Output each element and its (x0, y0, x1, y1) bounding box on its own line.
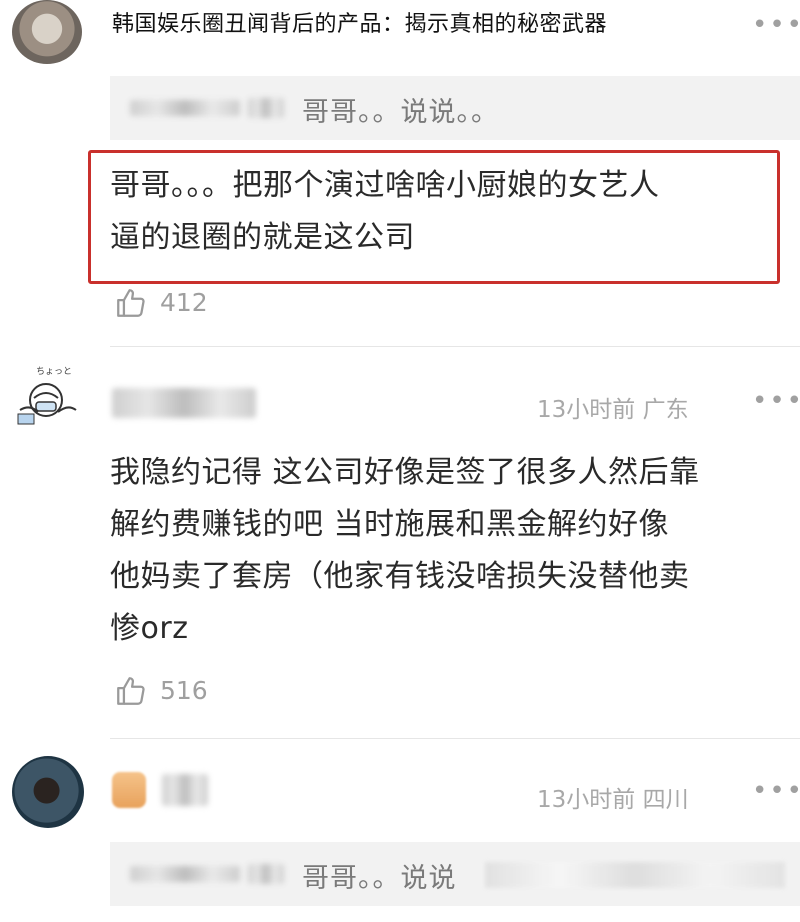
comment-3-more-button[interactable]: ••• (752, 776, 800, 806)
comment-1-quote-box: 哥哥。。说说。。 (110, 76, 800, 140)
username-3-badge (112, 772, 146, 808)
svg-text:ちょっと: ちょっと (36, 366, 72, 377)
comment-1-body-line-1: 哥哥。。。把那个演过啥啥小厨娘的女艺人 (110, 168, 660, 203)
comment-2-body-line-2: 解约费赚钱的吧 当时施展和黑金解约好像 (110, 507, 670, 542)
comment-2-more-button[interactable]: ••• (752, 386, 800, 416)
username-3-blur (162, 774, 208, 806)
thumbs-up-icon (114, 674, 148, 712)
comment-2-like-count: 516 (160, 676, 208, 705)
comment-1-quote-text: 哥哥。。说说。。 (302, 97, 499, 128)
avatar-user-1[interactable] (12, 0, 82, 64)
watermark-blur (485, 862, 785, 888)
divider-2 (110, 738, 800, 739)
comment-1-body-line-2: 逼的退圈的就是这公司 (110, 220, 415, 255)
comment-2-like-button[interactable]: 516 (114, 672, 224, 712)
comment-1-like-button[interactable]: 412 (114, 284, 224, 324)
quote-username-blur (130, 100, 240, 116)
avatar-user-3[interactable] (12, 756, 84, 828)
avatar-user-2[interactable]: ちょっと (12, 362, 86, 436)
comment-1-like-count: 412 (160, 288, 208, 317)
comment-2-meta: 13小时前 广东 (537, 397, 689, 423)
divider-1 (110, 346, 800, 347)
comment-1-more-button[interactable]: ••• (752, 10, 800, 40)
username-2-blur (112, 388, 256, 418)
comment-3-quote-box: 哥哥。。说说 (110, 842, 800, 906)
quote-username-blur-2 (248, 864, 284, 884)
overlay-title: 韩国娱乐圈丑闻背后的产品：揭示真相的秘密武器 (112, 12, 608, 37)
comment-2-body-line-4: 惨orz (110, 611, 189, 646)
quote-username-blur (130, 866, 240, 882)
comment-3-meta: 13小时前 四川 (537, 787, 689, 813)
thumbs-up-icon (114, 286, 148, 324)
comment-3-quote-text: 哥哥。。说说 (302, 863, 457, 894)
comment-2-body-line-3: 他妈卖了套房（他家有钱没啥损失没替他卖 (110, 559, 690, 594)
comment-2-body-line-1: 我隐约记得 这公司好像是签了很多人然后靠 (110, 455, 700, 490)
quote-username-blur-2 (248, 98, 284, 118)
